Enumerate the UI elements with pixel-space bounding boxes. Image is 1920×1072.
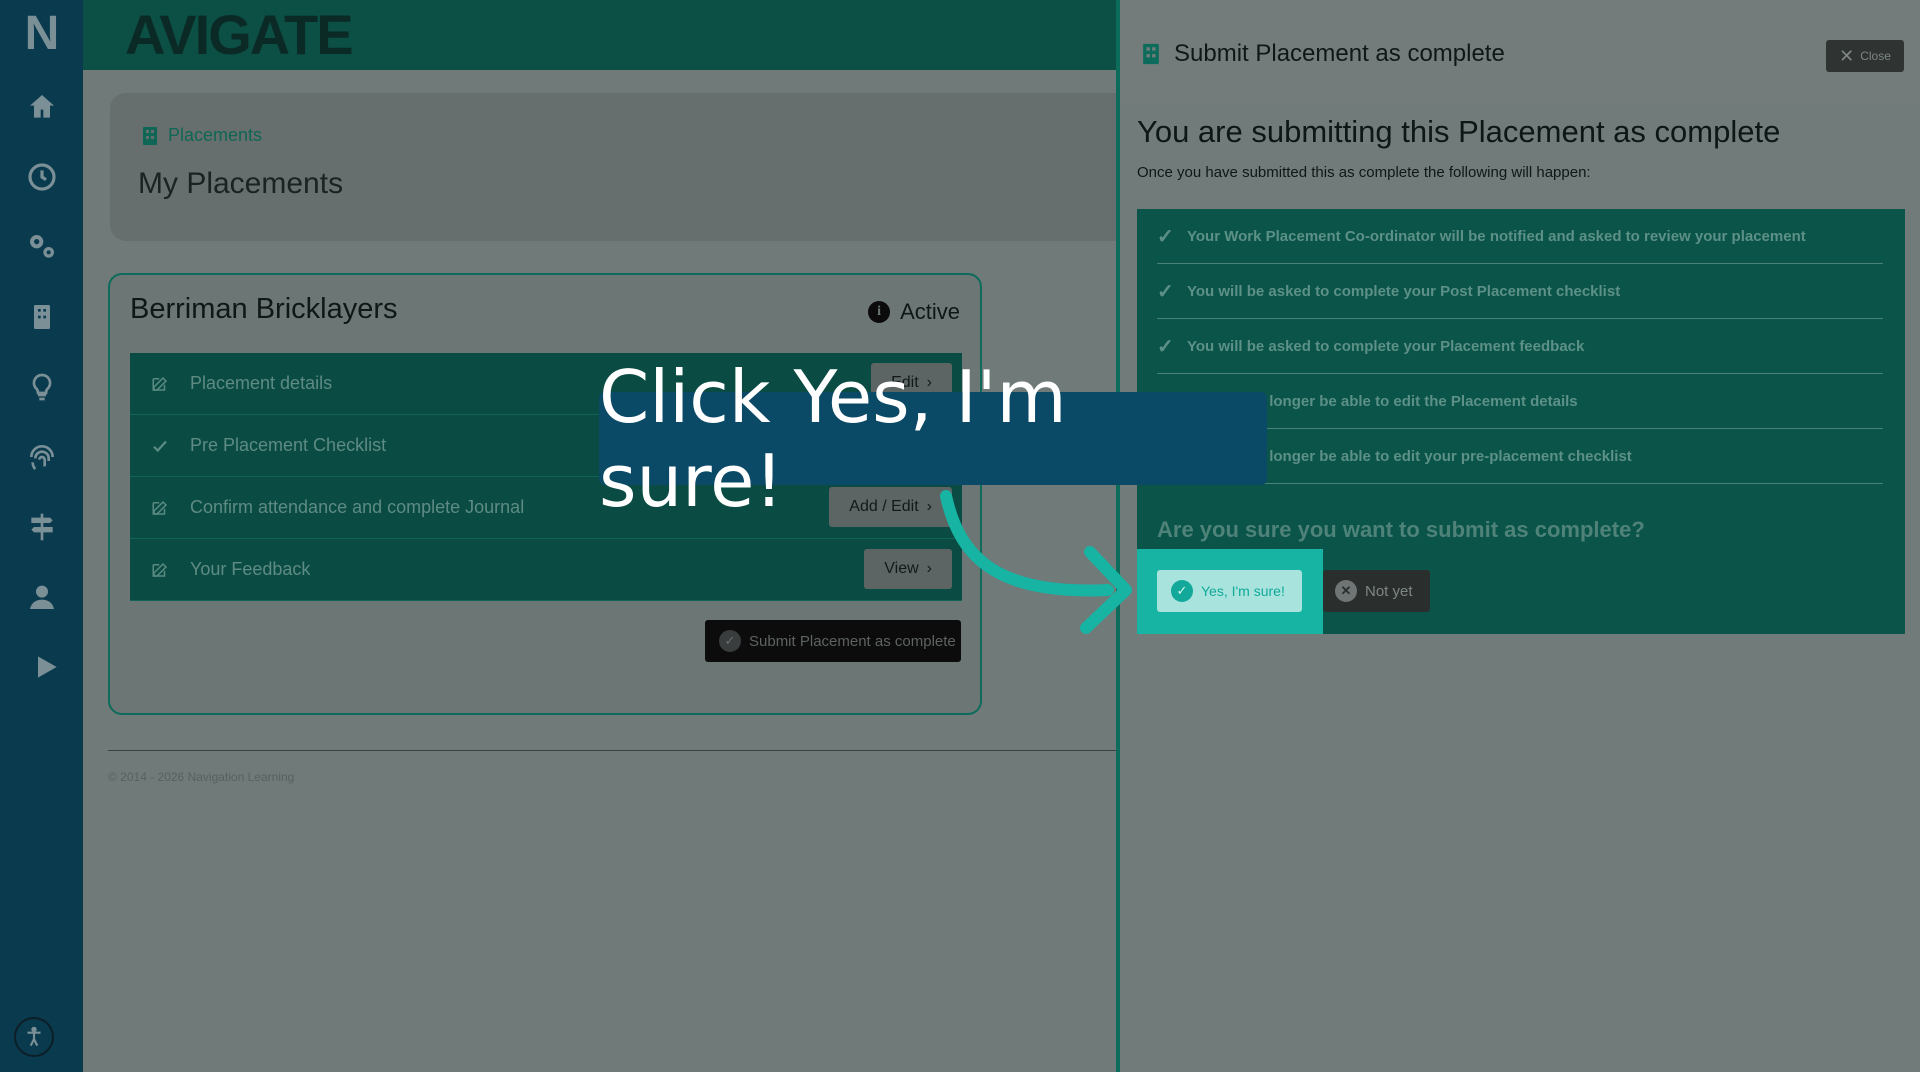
submit-placement-button[interactable]: ✓ Submit Placement as complete bbox=[705, 620, 961, 662]
close-circle-icon: ✕ bbox=[1335, 580, 1357, 602]
building-icon[interactable] bbox=[18, 295, 66, 339]
play-icon[interactable] bbox=[22, 645, 70, 689]
page-title: My Placements bbox=[138, 167, 344, 200]
close-button[interactable]: ✕ Close bbox=[1826, 40, 1904, 72]
view-button-label: View bbox=[884, 560, 919, 577]
arrow-icon bbox=[940, 490, 1132, 634]
close-label: Close bbox=[1860, 49, 1891, 63]
edit-icon bbox=[130, 375, 190, 393]
list-item-text: You will be asked to complete your Place… bbox=[1187, 337, 1585, 355]
edit-icon bbox=[130, 499, 190, 517]
info-icon: i bbox=[868, 301, 891, 323]
check-circle-icon: ✓ bbox=[1171, 580, 1193, 602]
gears-icon[interactable] bbox=[18, 225, 66, 269]
list-item-text: Your Work Placement Co-ordinator will be… bbox=[1187, 227, 1806, 245]
company-name: Berriman Bricklayers bbox=[130, 293, 398, 325]
panel-heading: You are submitting this Placement as com… bbox=[1137, 114, 1781, 149]
breadcrumb-label: Placements bbox=[168, 125, 263, 145]
list-item: ✓ You will be asked to complete your Post… bbox=[1157, 264, 1883, 319]
footer-divider bbox=[108, 750, 1120, 751]
home-icon[interactable] bbox=[18, 85, 66, 129]
status-label: Active bbox=[900, 299, 960, 324]
signpost-icon[interactable] bbox=[18, 505, 66, 549]
brand-logo: AVIGATE bbox=[125, 3, 354, 66]
row-label: Your Feedback bbox=[190, 559, 311, 579]
yes-im-sure-button[interactable]: ✓ Yes, I'm sure! bbox=[1157, 570, 1302, 612]
building-icon bbox=[1143, 43, 1159, 65]
row-label: Placement details bbox=[190, 373, 333, 393]
check-icon: ✓ bbox=[1157, 225, 1174, 248]
check-icon bbox=[130, 437, 190, 455]
logo: N bbox=[24, 7, 60, 60]
edit-icon bbox=[130, 561, 190, 579]
fingerprint-icon[interactable] bbox=[18, 435, 66, 479]
table-row: Your Feedback View › bbox=[130, 539, 962, 601]
lightbulb-icon[interactable] bbox=[18, 365, 66, 409]
submit-panel: Submit Placement as complete ✕ Close You… bbox=[1120, 0, 1920, 1072]
yes-label: Yes, I'm sure! bbox=[1201, 583, 1285, 599]
building-icon bbox=[143, 126, 157, 145]
close-icon: ✕ bbox=[1839, 45, 1855, 66]
clock-icon[interactable] bbox=[18, 155, 66, 199]
panel-subheading: Once you have submitted this as complete… bbox=[1137, 164, 1591, 181]
top-bar: AVIGATE bbox=[83, 0, 1120, 70]
check-circle-icon: ✓ bbox=[719, 630, 741, 652]
check-icon: ✓ bbox=[1157, 280, 1174, 303]
sidebar-nav: N bbox=[0, 0, 83, 1072]
status-badge: i Active bbox=[868, 299, 960, 325]
list-item-text: You will be asked to complete your Post … bbox=[1187, 282, 1621, 300]
tutorial-callout: Click Yes, I'm sure! bbox=[599, 355, 1267, 523]
accessibility-icon[interactable] bbox=[14, 1017, 54, 1057]
breadcrumb[interactable]: Placements bbox=[142, 125, 262, 146]
panel-header: Submit Placement as complete ✕ Close bbox=[1120, 0, 1920, 104]
row-label: Confirm attendance and complete Journal bbox=[190, 497, 525, 517]
row-label: Pre Placement Checklist bbox=[190, 435, 387, 455]
page-header: Placements My Placements bbox=[110, 93, 1120, 241]
user-icon[interactable] bbox=[18, 575, 66, 619]
panel-title-text: Submit Placement as complete bbox=[1174, 40, 1505, 67]
panel-title: Submit Placement as complete bbox=[1142, 40, 1505, 68]
footer-copyright: © 2014 - 2026 Navigation Learning bbox=[108, 770, 295, 784]
submit-label: Submit Placement as complete bbox=[749, 632, 956, 650]
no-label: Not yet bbox=[1365, 582, 1413, 600]
list-item: ✓ Your Work Placement Co-ordinator will b… bbox=[1157, 209, 1883, 264]
not-yet-button[interactable]: ✕ Not yet bbox=[1323, 570, 1430, 612]
